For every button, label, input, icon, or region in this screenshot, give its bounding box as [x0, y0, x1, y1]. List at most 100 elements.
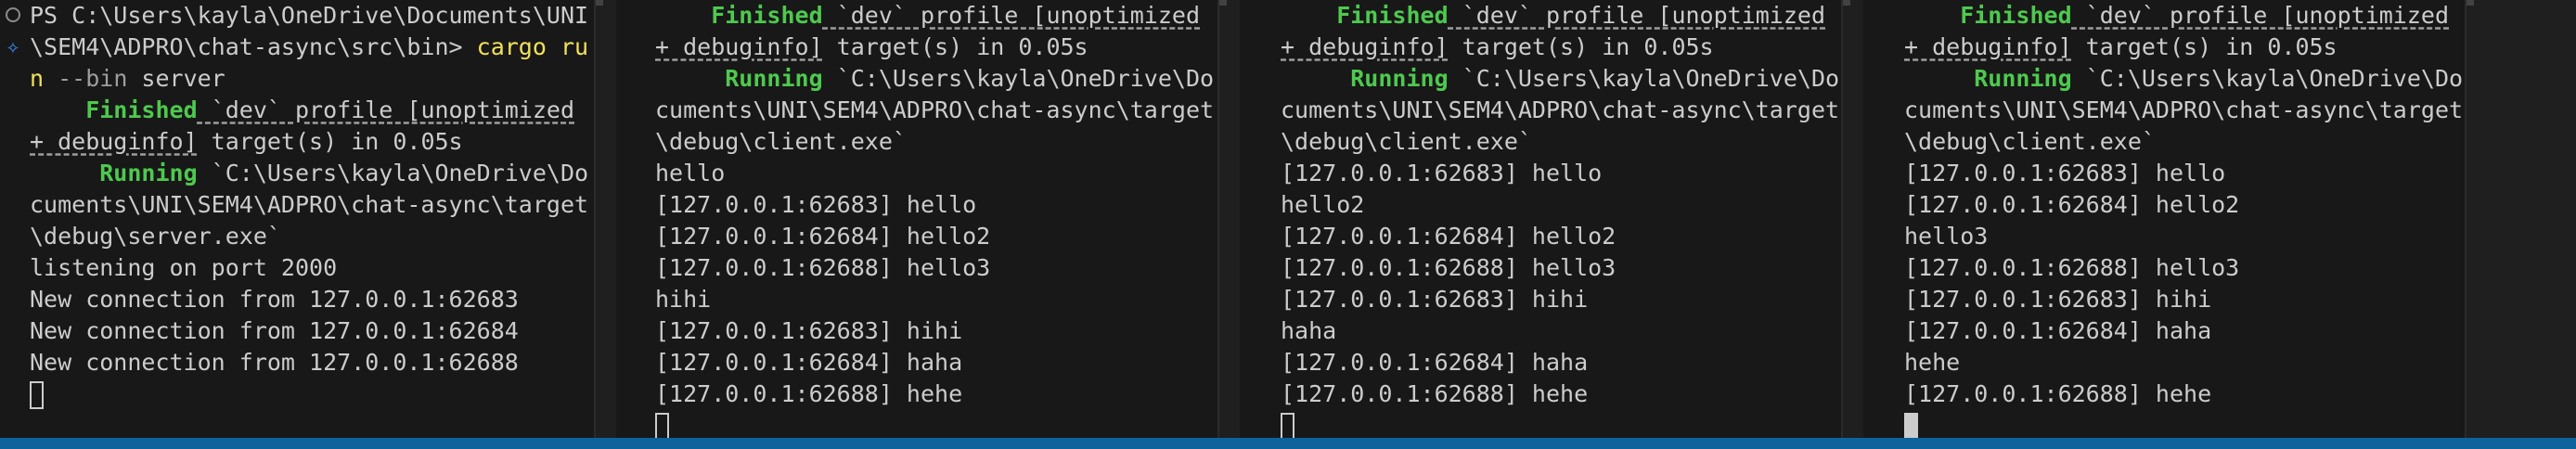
terminal-text: [127.0.0.1:62683] hihi	[655, 317, 963, 344]
terminal-text: `C:\Users\kayla\OneDrive\Do	[197, 160, 589, 186]
scrollbar-thumb[interactable]	[2467, 0, 2474, 6]
terminal-line: haha	[1281, 315, 1832, 347]
text-cursor[interactable]	[655, 413, 669, 438]
terminal-line: cuments\UNI\SEM4\ADPRO\chat-async\target	[1904, 95, 2463, 126]
terminal-line: hihi	[655, 284, 1208, 315]
terminal-pane-server[interactable]: ✧ PS C:\Users\kayla\OneDrive\Documents\U…	[0, 0, 594, 438]
terminal-line: [127.0.0.1:62684] haha	[1904, 315, 2455, 347]
terminal-text: [127.0.0.1:62688] hehe	[1281, 380, 1589, 407]
terminal-line: + debuginfo] target(s) in 0.05s	[30, 126, 585, 158]
terminal-line: \debug\client.exe`	[655, 126, 1208, 158]
sparkle-icon[interactable]: ✧	[4, 35, 22, 58]
terminal-line: [127.0.0.1:62683] hihi	[655, 315, 1208, 347]
terminal-line: Running `C:\Users\kayla\OneDrive\Do	[1281, 63, 1839, 95]
terminal-text: [127.0.0.1:62684] hello2	[655, 223, 991, 250]
terminal-text: `C:\Users\kayla\OneDrive\Do	[2071, 65, 2464, 92]
terminal-text: Running	[655, 65, 823, 92]
scrollbar-thumb[interactable]	[596, 0, 603, 6]
terminal-text: New connection from 127.0.0.1:62688	[30, 349, 519, 376]
empty-area	[2487, 0, 2576, 438]
terminal-line: [127.0.0.1:62683] hello	[655, 189, 1208, 221]
terminal-output: Finished `dev` profile [unoptimized + deb…	[1281, 0, 1839, 438]
terminal-line: hello2	[1281, 189, 1832, 221]
text-cursor[interactable]	[1904, 413, 1918, 438]
terminal-pane-client-1[interactable]: Finished `dev` profile [unoptimized + deb…	[616, 0, 1217, 438]
prompt-line[interactable]	[1904, 410, 2455, 438]
terminal-output: PS C:\Users\kayla\OneDrive\Documents\UNI…	[30, 0, 589, 410]
terminal-text: `dev` profile [unoptimized	[1448, 2, 1826, 29]
terminal-text: Running	[1281, 65, 1449, 92]
terminal-text: `dev` profile [unoptimized	[2071, 2, 2450, 29]
terminal-text: [127.0.0.1:62688] hehe	[1904, 380, 2212, 407]
terminal-text: target(s) in 0.05s	[1448, 33, 1714, 60]
terminal-line: Finished `dev` profile [unoptimized	[30, 95, 585, 126]
terminal-line: [127.0.0.1:62684] hello2	[655, 221, 1208, 252]
terminal-line: [127.0.0.1:62683] hello	[1904, 158, 2455, 189]
scrollbar-thumb[interactable]	[1219, 0, 1227, 6]
terminal-line: Running `C:\Users\kayla\OneDrive\Do	[655, 63, 1214, 95]
terminal-text: `dev` profile [unoptimized	[822, 2, 1201, 29]
terminal-text: [127.0.0.1:62684] haha	[1904, 317, 2212, 344]
terminal-text: \debug\client.exe`	[655, 128, 907, 155]
terminal-text: Running	[30, 160, 198, 186]
terminal-line: [127.0.0.1:62684] hello2	[1281, 221, 1832, 252]
terminal-line: n --bin server	[30, 63, 585, 95]
terminal-line: [127.0.0.1:62684] haha	[655, 347, 1208, 378]
terminal-text: target(s) in 0.05s	[2071, 33, 2338, 60]
terminal-line: Finished `dev` profile [unoptimized	[1281, 0, 1832, 32]
terminal-text: cuments\UNI\SEM4\ADPRO\chat-async\target	[1904, 96, 2464, 123]
terminal-text: Finished	[1904, 2, 2072, 29]
terminal-line: New connection from 127.0.0.1:62684	[30, 315, 585, 347]
terminal-text: hello	[655, 160, 726, 186]
terminal-line: Finished `dev` profile [unoptimized	[1904, 0, 2455, 32]
terminal-line: [127.0.0.1:62684] hello2	[1904, 189, 2455, 221]
scrollbar-thumb[interactable]	[1843, 0, 1850, 6]
terminal-line: listening on port 2000	[30, 252, 585, 284]
terminal-text: cuments\UNI\SEM4\ADPRO\chat-async\target	[1281, 96, 1840, 123]
terminal-text: [127.0.0.1:62684] hello2	[1281, 223, 1616, 250]
text-cursor[interactable]	[1281, 413, 1294, 438]
terminal-text: \debug\server.exe`	[30, 223, 281, 250]
text-cursor[interactable]	[30, 381, 44, 409]
terminal-line: New connection from 127.0.0.1:62683	[30, 284, 585, 315]
terminal-text: [127.0.0.1:62688] hello3	[1281, 254, 1616, 281]
terminal-text: target(s) in 0.05s	[822, 33, 1088, 60]
terminal-text: haha	[1281, 317, 1337, 344]
terminal-output: Finished `dev` profile [unoptimized + deb…	[655, 0, 1214, 438]
terminal-text: PS C:\Users\kayla\OneDrive\Documents\UNI	[30, 2, 589, 29]
terminal-text: New connection from 127.0.0.1:62684	[30, 317, 519, 344]
terminal-line: [127.0.0.1:62684] haha	[1281, 347, 1832, 378]
terminal-text: hihi	[655, 286, 712, 313]
terminal-text: + debuginfo]	[1281, 33, 1449, 60]
terminal-line: + debuginfo] target(s) in 0.05s	[655, 32, 1208, 63]
prompt-line[interactable]	[30, 378, 585, 410]
terminal-text: + debuginfo]	[655, 33, 823, 60]
terminal-text: [127.0.0.1:62683] hihi	[1904, 286, 2212, 313]
terminal-text: [127.0.0.1:62683] hello	[1281, 160, 1603, 186]
terminal-text: [127.0.0.1:62688] hello3	[655, 254, 991, 281]
pane-divider[interactable]	[594, 0, 596, 438]
terminal-line: hello3	[1904, 221, 2455, 252]
terminal-line: \debug\server.exe`	[30, 221, 585, 252]
terminal-text: [127.0.0.1:62683] hihi	[1281, 286, 1589, 313]
terminal-line: \SEM4\ADPRO\chat-async\src\bin> cargo ru	[30, 32, 589, 63]
terminal-text: server	[127, 65, 225, 92]
terminal-line: [127.0.0.1:62683] hihi	[1281, 284, 1832, 315]
terminal-text: Finished	[655, 2, 823, 29]
terminal-line: cuments\UNI\SEM4\ADPRO\chat-async\target	[1281, 95, 1839, 126]
terminal-line: [127.0.0.1:62688] hello3	[655, 252, 1208, 284]
circle-icon[interactable]	[6, 7, 20, 22]
terminal-pane-client-3[interactable]: Finished `dev` profile [unoptimized + deb…	[1863, 0, 2465, 438]
terminal-line: cuments\UNI\SEM4\ADPRO\chat-async\target	[655, 95, 1214, 126]
pane-divider[interactable]	[1841, 0, 1843, 438]
terminal-pane-client-2[interactable]: Finished `dev` profile [unoptimized + deb…	[1240, 0, 1841, 438]
pane-divider[interactable]	[2465, 0, 2467, 438]
terminal-text: cargo ru	[476, 33, 589, 60]
prompt-line[interactable]	[1281, 410, 1832, 438]
terminal-line: Running `C:\Users\kayla\OneDrive\Do	[30, 158, 589, 189]
terminal-text: hehe	[1904, 349, 1961, 376]
terminal-text: [127.0.0.1:62684] hello2	[1904, 191, 2240, 218]
prompt-line[interactable]	[655, 410, 1208, 438]
terminal-text: [127.0.0.1:62683] hello	[655, 191, 977, 218]
pane-divider[interactable]	[1217, 0, 1219, 438]
